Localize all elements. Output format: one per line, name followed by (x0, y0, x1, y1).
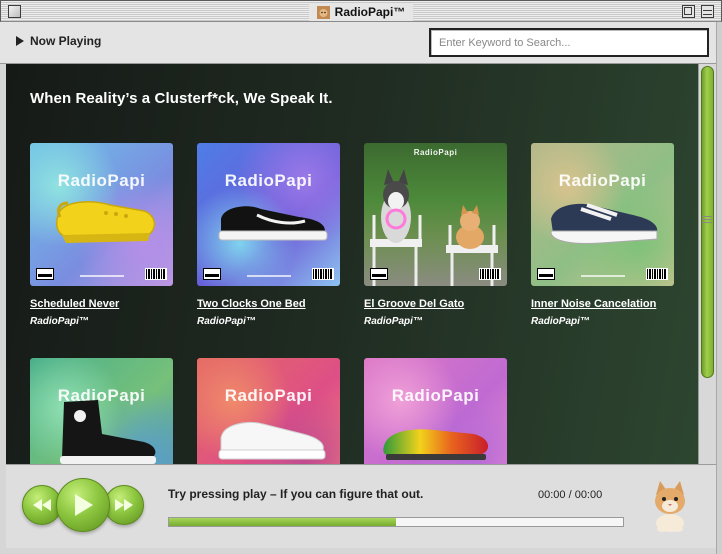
advisory-label (537, 268, 555, 280)
clog-icon (383, 429, 489, 460)
album-title[interactable]: El Groove Del Gato (364, 298, 509, 310)
toolbar: Now Playing (0, 22, 722, 64)
album-card: RadioPapi Inner Noise Cancelation RadioP… (531, 143, 676, 327)
cover-fine-print (581, 275, 625, 277)
album-card: RadioPapi Scheduled Never RadioPapi™ (30, 143, 175, 327)
cover-brand: RadioPapi (558, 171, 647, 190)
advisory-label (370, 268, 388, 280)
sneaker-icon (218, 422, 326, 460)
album-artist: RadioPapi™ (531, 316, 590, 327)
album-cover[interactable]: RadioPapi (30, 143, 173, 286)
album-card: RadioPapi (197, 358, 342, 464)
clog-icon (56, 201, 156, 243)
player-bar: Try pressing play – If you can figure th… (6, 464, 716, 548)
high-top-sneaker-icon (60, 400, 156, 464)
progress-fill (169, 518, 396, 526)
window-title-wrap: RadioPapi™ (1, 3, 721, 21)
album-browser: When Reality’s a Clusterf*ck, We Speak I… (6, 64, 698, 464)
cover-fine-print (80, 275, 124, 277)
album-card: RadioPapi (30, 358, 175, 464)
play-icon (75, 494, 93, 516)
play-button[interactable] (56, 478, 110, 532)
fast-forward-icon (115, 499, 133, 511)
window-title: RadioPapi™ (308, 3, 414, 21)
barcode (646, 268, 668, 280)
collapse-box[interactable] (701, 5, 714, 18)
album-cover[interactable]: RadioPapi (364, 358, 507, 464)
window-title-text: RadioPapi™ (334, 5, 406, 19)
fast-forward-button[interactable] (104, 485, 144, 525)
window-frame-edge (716, 22, 722, 554)
sneaker-icon (218, 206, 328, 241)
cover-brand: RadioPapi (224, 386, 313, 405)
vertical-scrollbar[interactable] (698, 64, 716, 464)
cover-brand: RadioPapi (391, 386, 480, 405)
search-input[interactable] (429, 28, 709, 57)
album-cover[interactable]: RadioPapi (364, 143, 507, 286)
now-playing-toggle[interactable]: Now Playing (16, 34, 101, 48)
album-title[interactable]: Scheduled Never (30, 298, 175, 310)
cover-fine-print (247, 275, 291, 277)
cat-mascot-icon (655, 481, 685, 532)
now-playing-label: Now Playing (30, 34, 102, 48)
barcode (479, 268, 501, 280)
album-cover[interactable]: RadioPapi (531, 143, 674, 286)
album-card: RadioPapi El Groove Del Gato RadioPapi™ (364, 143, 509, 327)
album-cover[interactable]: RadioPapi (30, 358, 173, 464)
album-card: RadioPapi Two Clocks One Bed RadioPapi™ (197, 143, 342, 327)
album-cover[interactable]: RadioPapi (197, 358, 340, 464)
title-bar: RadioPapi™ (0, 0, 722, 22)
cover-brand: RadioPapi (224, 171, 313, 190)
album-artist: RadioPapi™ (30, 316, 89, 327)
cat-icon (316, 5, 330, 19)
time-display: 00:00 / 00:00 (538, 489, 603, 501)
dog-and-cat-photo (370, 169, 498, 286)
page-tagline: When Reality’s a Clusterf*ck, We Speak I… (30, 90, 333, 107)
player-status-text: Try pressing play – If you can figure th… (168, 487, 424, 501)
cover-brand: RadioPapi (57, 171, 146, 190)
advisory-label (203, 268, 221, 280)
album-artist: RadioPapi™ (197, 316, 256, 327)
album-artist: RadioPapi™ (364, 316, 423, 327)
progress-bar[interactable] (168, 517, 624, 527)
triangle-right-icon (16, 36, 24, 46)
scroll-grip-icon (702, 216, 712, 224)
album-cover[interactable]: RadioPapi (197, 143, 340, 286)
advisory-label (36, 268, 54, 280)
barcode (145, 268, 167, 280)
barcode (312, 268, 334, 280)
album-title[interactable]: Inner Noise Cancelation (531, 298, 676, 310)
zoom-box[interactable] (682, 5, 695, 18)
album-title[interactable]: Two Clocks One Bed (197, 298, 342, 310)
sneaker-icon (550, 203, 658, 244)
album-card: RadioPapi (364, 358, 509, 464)
rewind-icon (33, 499, 51, 511)
